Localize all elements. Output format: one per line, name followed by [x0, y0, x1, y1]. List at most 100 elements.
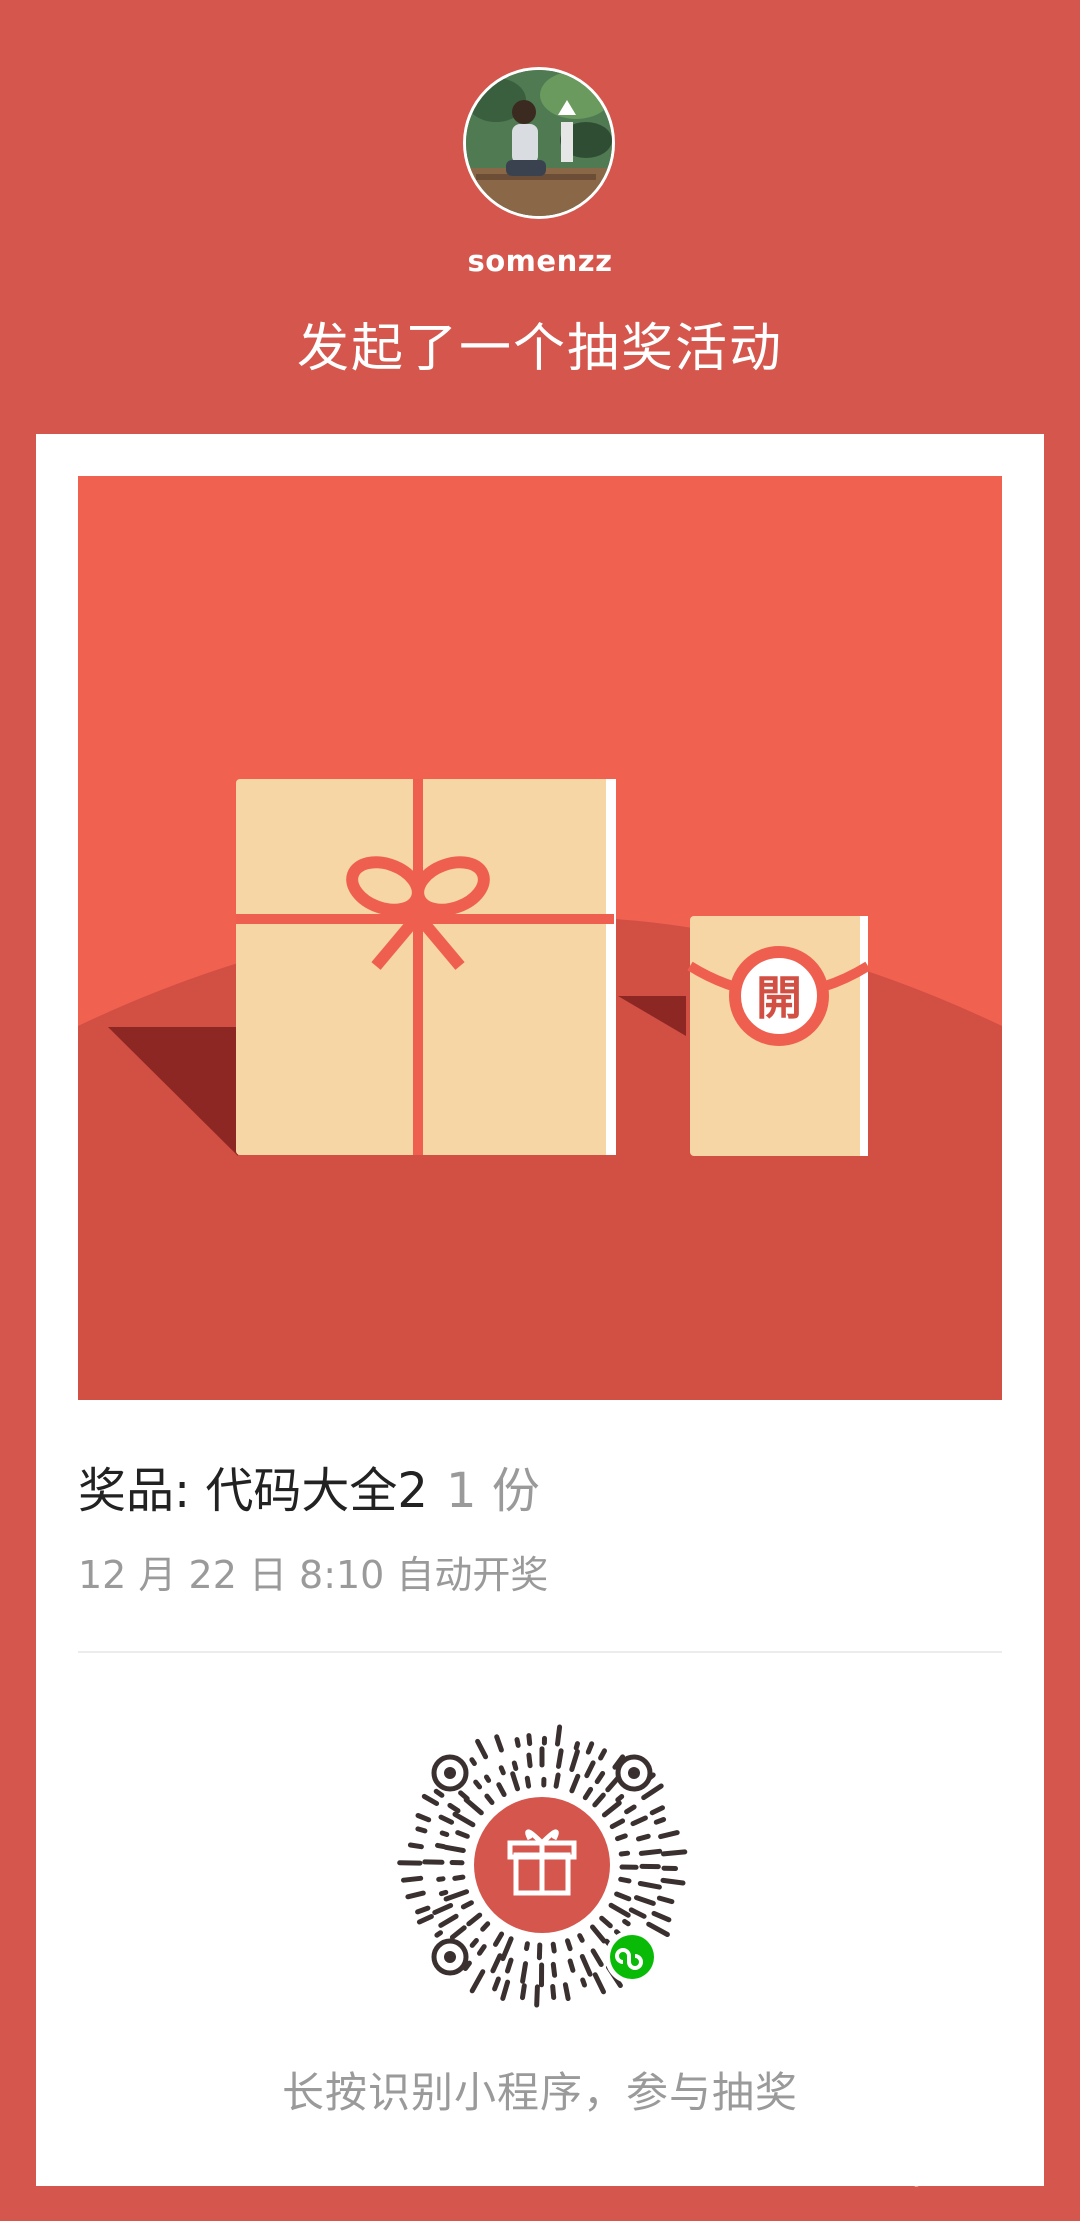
qr-ray	[469, 1757, 477, 1766]
qr-ray	[452, 1811, 476, 1828]
qr-ray	[526, 1752, 533, 1769]
qr-ray	[580, 1977, 587, 1988]
qr-ray	[553, 1772, 561, 1789]
qr-ray	[601, 1800, 622, 1818]
qr-ray	[477, 1944, 487, 1956]
qr-ray	[534, 1984, 540, 2008]
qr-ray	[401, 1875, 424, 1883]
qr-ray	[484, 1774, 492, 1783]
qr-ray	[641, 1783, 664, 1801]
qr-ray	[463, 1797, 484, 1816]
qr-ray	[415, 1826, 428, 1834]
watermark: Python七号	[845, 2152, 1039, 2189]
gift-box-icon	[236, 779, 616, 1155]
qr-ray	[579, 1954, 593, 1977]
wechat-icon	[845, 2156, 888, 2184]
mini-program-code[interactable]	[392, 1715, 692, 2015]
qr-ray	[447, 1802, 461, 1814]
mini-program-icon	[605, 1930, 659, 1984]
qr-ray	[505, 1957, 514, 1974]
qr-ray	[494, 1734, 504, 1753]
qr-ray	[405, 1890, 426, 1900]
qr-ray	[520, 1961, 528, 1984]
page-title: 发起了一个抽奖活动	[296, 319, 783, 379]
qr-ray	[573, 1741, 580, 1751]
qr-code-icon	[397, 1724, 688, 2008]
qr-ray	[615, 1833, 628, 1842]
qr-ray	[582, 1786, 594, 1801]
qr-ray	[524, 1775, 532, 1789]
qr-ray	[449, 1925, 467, 1940]
qr-ray	[550, 1941, 557, 1954]
qr-ray	[592, 1792, 606, 1808]
prize-illustration: 開	[78, 476, 1002, 1400]
avatar[interactable]	[463, 67, 615, 219]
qr-ray	[438, 1814, 455, 1825]
qr-finder-dot	[444, 1767, 456, 1779]
qr-ray	[594, 1771, 606, 1785]
qr-ray	[598, 1748, 607, 1761]
qr-ray	[649, 1805, 665, 1816]
qr-ray	[458, 1790, 470, 1802]
qr-ray	[653, 1817, 667, 1825]
qr-ray	[646, 1921, 670, 1937]
qr-ray	[577, 1933, 585, 1943]
qr-ray	[434, 1930, 443, 1938]
username: somenzz	[467, 244, 613, 278]
qr-ray	[511, 1760, 519, 1771]
prize-info: 奖品: 代码大全2 1 份	[78, 1451, 540, 1521]
qr-ray	[407, 1842, 424, 1850]
watermark-text: Python七号	[897, 2158, 1040, 2188]
qr-ray	[421, 1793, 440, 1806]
qr-ray	[443, 1844, 466, 1853]
qr-ray	[432, 1903, 454, 1915]
qr-ray	[592, 1972, 606, 1995]
qr-ray	[637, 1881, 662, 1890]
qr-ray	[415, 1813, 432, 1823]
qr-ray	[469, 1969, 486, 1994]
qr-ray	[460, 1900, 474, 1910]
qr-ray	[599, 1915, 613, 1929]
qr-ray	[622, 1918, 631, 1927]
qr-ray	[608, 1902, 631, 1918]
qr-finder-dot	[628, 1767, 640, 1779]
qr-ray	[630, 1815, 648, 1827]
qr-ray	[493, 1931, 505, 1947]
qr-ray	[416, 1914, 434, 1925]
prize-count: 1 份	[445, 1463, 540, 1519]
qr-ray	[618, 1850, 631, 1857]
red-envelope-icon: 開	[687, 916, 871, 1156]
qr-ray	[455, 1830, 470, 1839]
qr-ray	[615, 1794, 625, 1803]
draw-time: 12 月 22 日 8:10 自动开奖	[78, 1553, 549, 1597]
qr-ray	[480, 1921, 491, 1932]
qr-ray	[590, 1948, 604, 1967]
qr-ray	[569, 1749, 580, 1772]
qr-ray	[520, 1983, 527, 2001]
qr-ray	[435, 1842, 447, 1850]
qr-ray	[569, 1773, 581, 1794]
qr-ray	[555, 1724, 563, 1747]
qr-ray	[565, 1938, 573, 1952]
header: somenzz 发起了一个抽奖活动	[0, 0, 1080, 434]
qr-ray	[496, 1782, 507, 1797]
qr-ray	[585, 1741, 595, 1755]
qr-ray	[609, 1818, 626, 1830]
qr-ray	[526, 1733, 533, 1747]
qr-ray	[618, 1876, 632, 1884]
qr-ray	[658, 1830, 680, 1840]
qr-ray	[661, 1849, 688, 1857]
qr-finder-dot	[444, 1951, 456, 1963]
qr-ray	[567, 1958, 576, 1973]
qr-ray	[624, 1804, 637, 1815]
qr-ray	[638, 1848, 663, 1856]
qr-ray	[439, 1830, 450, 1837]
qr-ray	[490, 1953, 503, 1974]
qr-ray	[550, 1984, 557, 2000]
qr-ray	[475, 1738, 489, 1760]
qr-ray	[590, 1924, 607, 1944]
qr-ray	[550, 1961, 558, 1978]
qr-ray	[510, 1771, 520, 1792]
divider	[78, 1651, 1002, 1653]
qr-ray	[433, 1788, 445, 1798]
